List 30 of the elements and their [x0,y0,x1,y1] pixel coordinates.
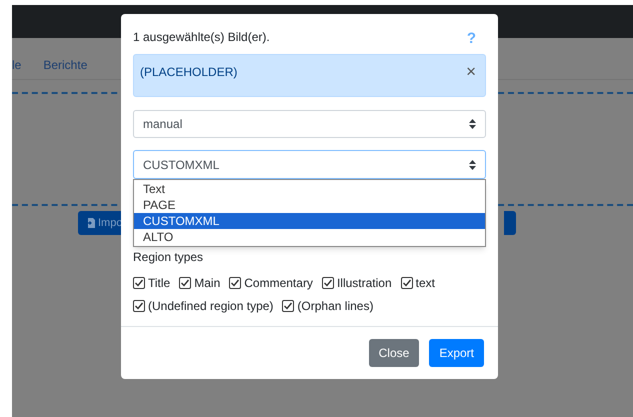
up-down-icon [469,160,476,170]
region-types-label: Region types [133,249,204,266]
checkbox[interactable] [282,300,294,312]
up-down-icon [469,119,476,129]
dropdown-option[interactable]: Text [134,181,485,197]
export-button[interactable]: Export [429,339,484,367]
checkbox-label: Title [148,275,170,292]
selection-message: 1 ausgewählte(s) Bild(er). [133,29,270,46]
dropdown-toggle-button[interactable] [504,211,516,235]
checkbox[interactable] [400,277,413,289]
close-button[interactable]: Close [368,339,420,367]
checkbox[interactable] [179,277,192,289]
checkbox-label: text [416,275,435,292]
dropdown-option[interactable]: PAGE [134,197,485,213]
close-icon[interactable]: × [466,63,476,80]
checkbox[interactable] [133,300,145,312]
checkbox[interactable] [229,277,242,289]
alert-text: (PLACEHOLDER) [140,64,238,81]
dropdown-option[interactable]: ALTO [134,229,485,245]
checkbox-label: (Undefined region type) [148,298,274,315]
file-import-icon [86,218,95,228]
checkbox-label: Illustration [336,275,392,292]
dropdown-option[interactable]: CUSTOMXML [134,213,485,229]
mode-select[interactable]: manual [133,110,486,138]
format-select[interactable]: CUSTOMXML [133,150,486,179]
checkbox-label: (Orphan lines) [297,298,374,315]
checkbox[interactable] [322,277,334,289]
checkbox[interactable] [133,277,145,289]
checkbox-label: Main [194,275,220,292]
checkbox-label: Commentary [244,275,313,292]
